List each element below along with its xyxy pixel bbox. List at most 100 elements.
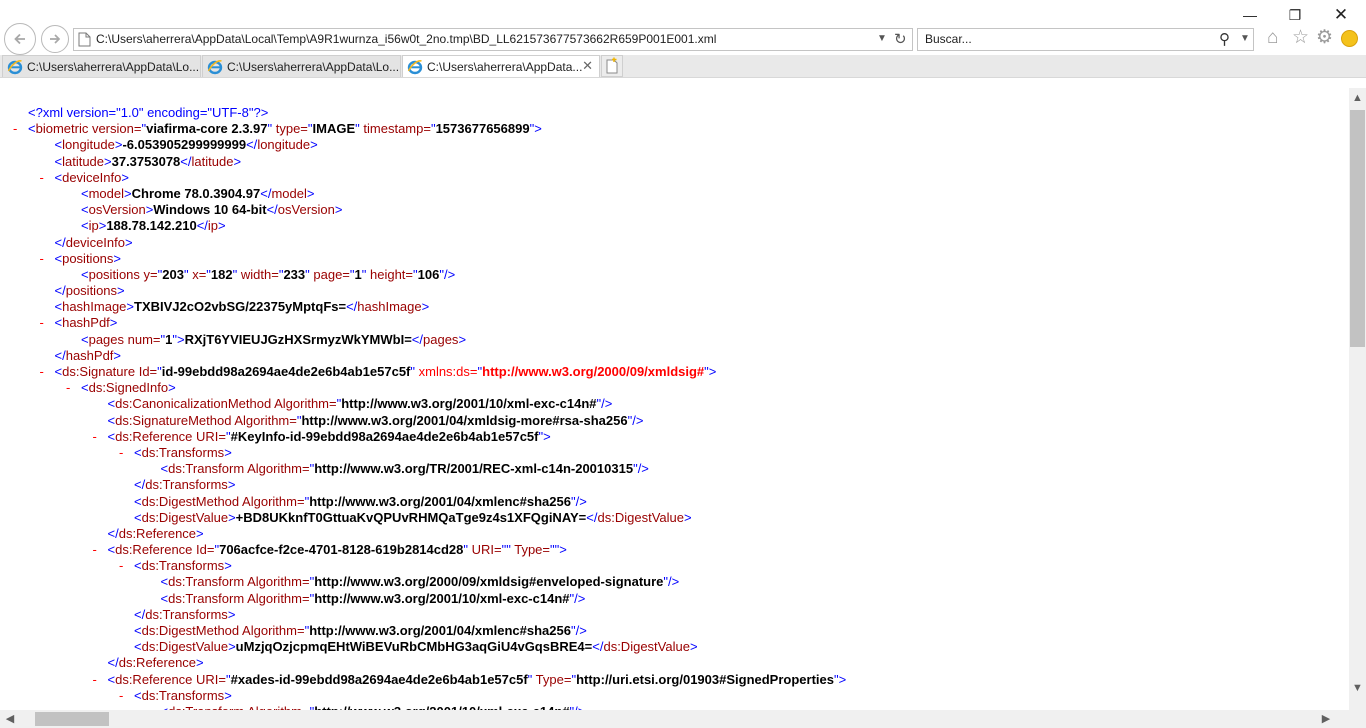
tab-close-icon[interactable]: ✕ bbox=[582, 58, 593, 74]
xml-bracket: </ bbox=[54, 347, 66, 363]
xml-bracket: > bbox=[559, 542, 567, 558]
address-text[interactable]: C:\Users\aherrera\AppData\Local\Temp\A9R… bbox=[96, 32, 716, 46]
xml-tag-name: hashImage bbox=[62, 299, 127, 315]
xml-line-text: </ds:Reference> bbox=[108, 655, 204, 671]
restore-button[interactable]: ❐ bbox=[1272, 2, 1318, 28]
collapse-toggle[interactable]: - bbox=[119, 558, 123, 574]
vertical-scroll-thumb[interactable] bbox=[1350, 110, 1365, 347]
xml-attribute-name: Algorithm= bbox=[244, 590, 310, 606]
xml-bracket: < bbox=[107, 542, 116, 558]
collapse-toggle[interactable]: - bbox=[119, 688, 123, 704]
xml-bracket: < bbox=[54, 250, 63, 266]
collapse-toggle[interactable]: - bbox=[66, 380, 70, 396]
xml-tag-name: ds:Transform bbox=[168, 461, 245, 477]
xml-tag-name: ds:Reference bbox=[115, 671, 193, 687]
horizontal-scrollbar[interactable]: ◀ ▶ bbox=[0, 710, 1349, 728]
xml-bracket: /> bbox=[443, 266, 456, 282]
xml-attribute-value: 1573677656899 bbox=[435, 121, 530, 137]
tab-label: C:\Users\aherrera\AppData\Lo... bbox=[27, 60, 200, 74]
collapse-toggle[interactable]: - bbox=[13, 121, 17, 137]
xml-line-text: <?xml version="1.0" encoding="UTF-8"?> bbox=[28, 105, 268, 121]
xml-attribute-value: http://uri.etsi.org/01903#SignedProperti… bbox=[576, 671, 834, 687]
collapse-toggle[interactable]: - bbox=[93, 542, 97, 558]
horizontal-scroll-thumb[interactable] bbox=[35, 712, 109, 726]
xml-attribute-value: http://www.w3.org/2001/10/xml-exc-c14n# bbox=[341, 396, 597, 412]
new-tab-button[interactable] bbox=[601, 55, 623, 77]
tab[interactable]: C:\Users\aherrera\AppData\Lo... bbox=[2, 55, 201, 77]
refresh-icon[interactable]: ↻ bbox=[894, 30, 907, 48]
search-dropdown-icon[interactable]: ▼ bbox=[1240, 33, 1250, 44]
xml-bracket: < bbox=[107, 412, 116, 428]
xml-tag-name: ds:Signature bbox=[62, 364, 136, 379]
forward-button[interactable] bbox=[41, 25, 69, 53]
search-box[interactable]: Buscar... ⚲ ▼ bbox=[917, 28, 1254, 51]
xml-tag-name: ip bbox=[207, 218, 219, 234]
tab[interactable]: C:\Users\aherrera\AppData\Lo... bbox=[202, 55, 401, 77]
xml-line-text: <pages num="1">RXjT6YVIEUJGzHXSrmyzWkYMW… bbox=[81, 332, 466, 348]
xml-line-text: <ds:DigestValue>+BD8UKknfT0GttuaKvQPUvRH… bbox=[134, 510, 692, 526]
xml-line-text: <model>Chrome 78.0.3904.97</model> bbox=[81, 186, 314, 202]
close-button[interactable]: ✕ bbox=[1318, 2, 1364, 28]
xml-bracket: > bbox=[121, 169, 129, 185]
vertical-scrollbar[interactable]: ▲ ▼ bbox=[1349, 88, 1366, 710]
collapse-toggle[interactable]: - bbox=[40, 170, 44, 186]
xml-tag-name: ds:Transforms bbox=[141, 687, 225, 703]
collapse-toggle[interactable]: - bbox=[119, 445, 123, 461]
xml-bracket: < bbox=[160, 590, 169, 606]
xml-bracket: < bbox=[81, 266, 89, 282]
xml-line-text: <positions> bbox=[55, 251, 122, 267]
tab-active[interactable]: C:\Users\aherrera\AppData... ✕ bbox=[402, 55, 600, 77]
xml-line-text: </positions> bbox=[55, 283, 125, 299]
xml-line-text: <ip>188.78.142.210</ip> bbox=[81, 218, 226, 234]
xml-attribute-name: num= bbox=[124, 331, 161, 347]
xml-line-text: <biometric version="viafirma-core 2.3.97… bbox=[28, 121, 542, 137]
xml-attribute-value: #xades-id-99ebdd98a2694ae4de2e6b4ab1e57c… bbox=[230, 671, 528, 687]
tab-label: C:\Users\aherrera\AppData\Lo... bbox=[227, 60, 400, 74]
address-bar[interactable]: C:\Users\aherrera\AppData\Local\Temp\A9R… bbox=[73, 28, 913, 51]
xml-attribute-name: timestamp= bbox=[359, 121, 431, 137]
xml-tag-name: deviceInfo bbox=[62, 169, 122, 185]
xml-tag-name: latitude bbox=[62, 153, 105, 169]
collapse-toggle[interactable]: - bbox=[40, 315, 44, 331]
xml-tag-name: model bbox=[271, 185, 307, 201]
search-icon[interactable]: ⚲ bbox=[1219, 30, 1230, 48]
scroll-right-arrow-icon[interactable]: ▶ bbox=[1318, 710, 1334, 728]
xml-bracket: < bbox=[134, 509, 142, 525]
address-dropdown-icon[interactable]: ▼ bbox=[877, 33, 887, 44]
tools-icon[interactable]: ⚙ bbox=[1316, 27, 1333, 49]
xml-namespace-attr: xmlns:ds= bbox=[415, 364, 478, 379]
xml-attribute-name: x= bbox=[188, 266, 207, 282]
feedback-smiley-icon[interactable] bbox=[1341, 30, 1358, 47]
xml-bracket: > bbox=[458, 331, 467, 347]
xml-tag-name: deviceInfo bbox=[65, 234, 125, 250]
tab-label: C:\Users\aherrera\AppData... bbox=[427, 60, 583, 74]
collapse-toggle[interactable]: - bbox=[93, 429, 97, 445]
xml-bracket: </ bbox=[246, 137, 258, 153]
xml-tag-name: positions bbox=[62, 250, 114, 266]
xml-text-value: +BD8UKknfT0GttuaKvQPUvRHMQaTge9z4s1XFQgi… bbox=[235, 509, 587, 525]
xml-attribute-name: Algorithm= bbox=[239, 623, 305, 638]
collapse-toggle[interactable]: - bbox=[40, 364, 44, 380]
home-icon[interactable]: ⌂ bbox=[1267, 27, 1278, 49]
ie-icon bbox=[7, 59, 23, 77]
xml-attribute-value: #KeyInfo-id-99ebdd98a2694ae4de2e6b4ab1e5… bbox=[230, 428, 539, 444]
back-button[interactable] bbox=[4, 23, 36, 55]
xml-bracket: < bbox=[81, 380, 89, 396]
xml-bracket: > bbox=[113, 347, 122, 363]
xml-tag-name: osVersion bbox=[277, 202, 335, 218]
xml-bracket: > bbox=[224, 444, 232, 460]
browser-toolbar: — ❐ ✕ C:\Users\aherrera\AppData\Local\Te… bbox=[0, 0, 1366, 55]
scroll-left-arrow-icon[interactable]: ◀ bbox=[2, 710, 18, 728]
xml-namespace-value: http://www.w3.org/2000/09/xmldsig# bbox=[482, 364, 705, 379]
page-icon bbox=[78, 32, 91, 52]
xml-attribute-value: id-99ebdd98a2694ae4de2e6b4ab1e57c5f bbox=[161, 364, 411, 379]
minimize-button[interactable]: — bbox=[1227, 2, 1273, 28]
xml-bracket: > bbox=[334, 202, 343, 218]
collapse-toggle[interactable]: - bbox=[40, 251, 44, 267]
favorites-icon[interactable]: ☆ bbox=[1292, 27, 1309, 49]
search-input[interactable]: Buscar... bbox=[925, 32, 972, 46]
scroll-down-arrow-icon[interactable]: ▼ bbox=[1349, 678, 1366, 698]
collapse-toggle[interactable]: - bbox=[93, 672, 97, 688]
xml-text-value: -6.053905299999999 bbox=[122, 137, 247, 153]
scroll-up-arrow-icon[interactable]: ▲ bbox=[1349, 88, 1366, 108]
